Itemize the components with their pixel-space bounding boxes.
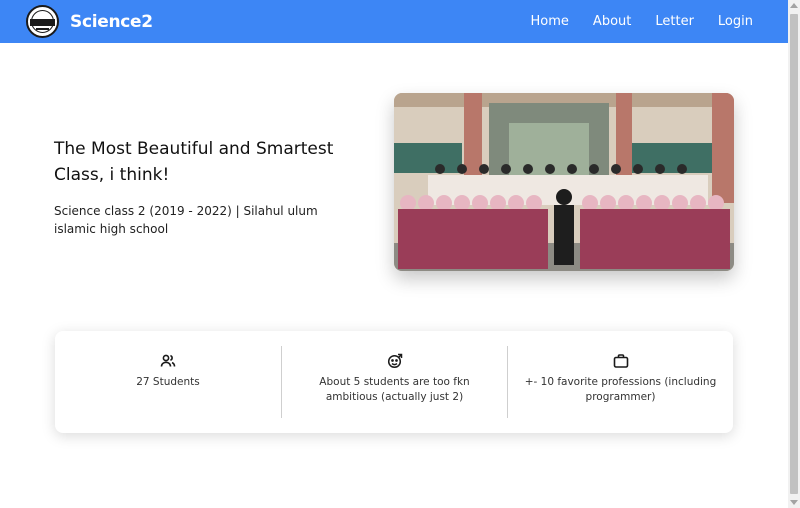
rocket-face-icon [282, 353, 507, 369]
feature-professions-text: +- 10 favorite professions (including pr… [524, 376, 717, 403]
nav-links: Home About Letter Login [507, 0, 753, 43]
briefcase-icon [508, 353, 733, 369]
features-card: 27 Students About 5 students are too fkn… [55, 331, 733, 433]
nav-about[interactable]: About [593, 14, 631, 29]
hero-title: The Most Beautiful and Smartest Class, i… [54, 139, 334, 185]
nav-login[interactable]: Login [718, 14, 753, 29]
hero-subtitle: Science class 2 (2019 - 2022) | Silahul … [54, 204, 318, 236]
scroll-thumb[interactable] [790, 14, 798, 494]
feature-students: 27 Students [55, 346, 281, 418]
feature-ambitious: About 5 students are too fkn ambitious (… [281, 346, 507, 418]
scroll-up-arrow[interactable] [790, 3, 798, 8]
feature-ambitious-text: About 5 students are too fkn ambitious (… [319, 376, 470, 403]
feature-professions: +- 10 favorite professions (including pr… [507, 346, 733, 418]
feature-students-text: 27 Students [136, 376, 200, 388]
nav-home[interactable]: Home [531, 14, 569, 29]
brand-link[interactable]: Science2 [26, 5, 153, 38]
scroll-down-arrow[interactable] [790, 500, 798, 505]
navbar: Science2 Home About Letter Login [0, 0, 788, 43]
class-photo [394, 93, 734, 271]
school-logo [26, 5, 59, 38]
vertical-scrollbar[interactable] [788, 0, 800, 508]
users-icon [55, 353, 281, 369]
brand-name: Science2 [70, 11, 153, 32]
nav-letter[interactable]: Letter [655, 14, 694, 29]
